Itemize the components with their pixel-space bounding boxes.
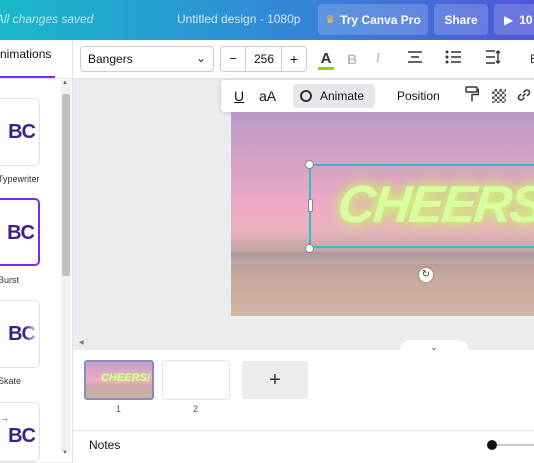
animate-button[interactable]: Animate <box>293 84 375 108</box>
animation-label: Burst <box>0 275 20 285</box>
page-number: 2 <box>193 404 199 414</box>
underline-button[interactable]: U <box>234 88 244 104</box>
page-thumbnail[interactable] <box>163 361 229 399</box>
font-name: Bangers <box>88 52 133 66</box>
page-number: 1 <box>116 404 122 414</box>
animation-card-burst[interactable]: BC <box>0 198 40 266</box>
save-status: All changes saved <box>0 12 94 26</box>
link-icon[interactable] <box>516 87 532 106</box>
animation-preview: BC <box>8 425 36 447</box>
footer-bar <box>73 430 534 463</box>
animate-label: Animate <box>320 89 365 103</box>
effects-button[interactable]: E <box>524 48 534 70</box>
scroll-down-icon[interactable]: ▼ <box>62 450 68 456</box>
selection-box[interactable] <box>309 164 534 248</box>
try-pro-label: Try Canva Pro <box>340 12 421 27</box>
scroll-left-icon[interactable]: ◀ <box>79 339 84 346</box>
sea-band <box>231 252 534 264</box>
scroll-up-icon[interactable]: ▲ <box>62 80 68 86</box>
animation-preview: BC <box>8 323 36 345</box>
animation-label: Typewriter <box>0 174 40 184</box>
list-icon[interactable] <box>444 48 462 70</box>
position-button[interactable]: Position <box>397 89 440 103</box>
divider <box>0 78 73 79</box>
transparency-icon[interactable] <box>492 89 506 103</box>
zoom-slider-handle[interactable] <box>487 440 497 450</box>
text-color-swatch <box>318 67 334 70</box>
resize-handle[interactable] <box>305 160 314 169</box>
tab-animations[interactable]: Animations <box>0 47 51 61</box>
panel-scroll-thumb[interactable] <box>62 94 70 276</box>
chevron-down-icon: ⌄ <box>195 51 206 65</box>
bold-button[interactable]: B <box>344 48 360 70</box>
text-color-glyph: A <box>320 50 332 67</box>
animation-preview: BC <box>7 222 35 244</box>
document-title[interactable]: Untitled design - 1080p <box>177 12 300 26</box>
present-label: 10 <box>519 12 533 27</box>
arrow-right-icon: → <box>0 413 9 423</box>
notes-button[interactable]: Notes <box>89 438 120 452</box>
animation-card[interactable]: → BC <box>0 402 40 462</box>
rotate-icon[interactable]: ↻ <box>419 268 433 282</box>
align-center-icon[interactable] <box>406 48 424 70</box>
font-size-stepper[interactable]: − 256 + <box>220 46 307 72</box>
text-color-button[interactable]: A <box>318 48 334 70</box>
animate-icon <box>300 90 312 102</box>
add-page-button[interactable]: + <box>242 361 308 399</box>
play-icon: ▶ <box>504 12 514 27</box>
letter-case-button[interactable]: aA <box>259 88 276 104</box>
font-size-input[interactable]: 256 <box>245 47 283 71</box>
resize-handle[interactable] <box>305 244 314 253</box>
paint-roller-icon[interactable] <box>465 86 480 106</box>
zoom-slider-track[interactable] <box>497 444 534 446</box>
decrease-size-button[interactable]: − <box>221 47 246 71</box>
thumbnail-text: CHEERS! <box>101 372 151 384</box>
font-family-select[interactable]: Bangers ⌄ <box>80 46 214 72</box>
crown-icon: ♛ <box>325 14 336 26</box>
animation-label: Skate <box>0 376 22 386</box>
increase-size-button[interactable]: + <box>281 47 306 71</box>
side-resize-handle[interactable] <box>308 199 313 212</box>
animation-card-skate[interactable]: BC <box>0 300 40 368</box>
try-pro-button[interactable]: ♛ Try Canva Pro <box>318 4 428 35</box>
share-button[interactable]: Share <box>434 4 488 35</box>
animation-card-typewriter[interactable]: BC <box>0 98 40 166</box>
page-thumbnail[interactable]: CHEERS! <box>84 360 154 400</box>
present-button[interactable]: ▶ 10 <box>494 4 534 35</box>
spacing-icon[interactable] <box>484 48 502 70</box>
italic-button[interactable]: I <box>370 48 386 70</box>
animation-preview: BC <box>8 121 36 143</box>
